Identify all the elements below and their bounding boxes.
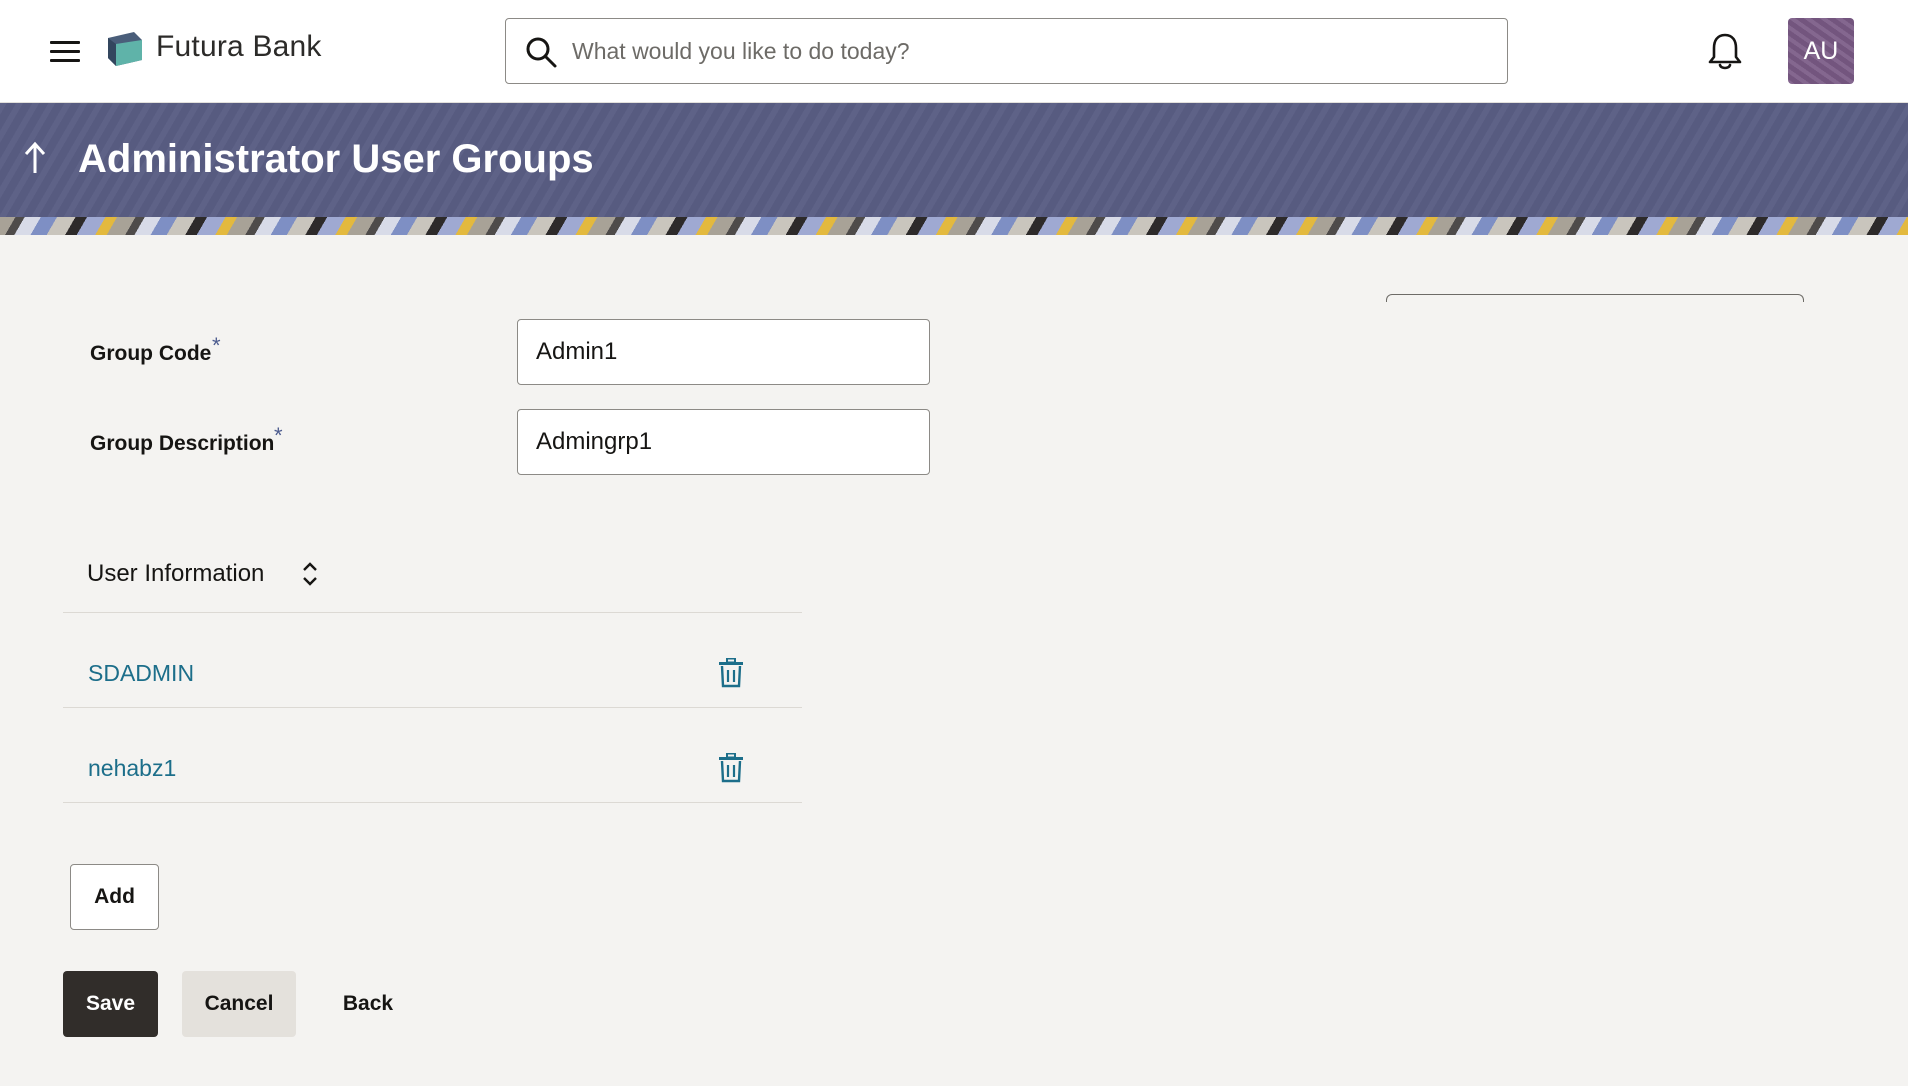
- divider: [63, 707, 802, 708]
- up-arrow-icon[interactable]: [20, 139, 50, 179]
- user-information-title: User Information: [87, 560, 265, 587]
- group-description-input[interactable]: [536, 422, 916, 462]
- page-title: Administrator User Groups: [78, 137, 594, 181]
- required-marker: *: [212, 333, 221, 358]
- add-user-button[interactable]: Add: [70, 864, 159, 930]
- top-bar: Futura Bank AU: [0, 0, 1908, 103]
- brand-name: Futura Bank: [156, 30, 322, 63]
- hamburger-menu-icon[interactable]: [46, 34, 86, 68]
- divider: [63, 802, 802, 803]
- bank-logo-icon: [108, 32, 142, 66]
- avatar-initials: AU: [1803, 36, 1839, 65]
- save-button[interactable]: Save: [63, 971, 158, 1037]
- group-code-field[interactable]: [517, 319, 930, 385]
- sort-icon[interactable]: [298, 560, 322, 588]
- panel-edge: [1386, 294, 1804, 302]
- title-banner: Administrator User Groups: [0, 103, 1908, 217]
- cancel-button[interactable]: Cancel: [182, 971, 296, 1037]
- search-input[interactable]: [572, 29, 1492, 73]
- avatar[interactable]: AU: [1788, 18, 1854, 84]
- decorative-stripe: [0, 217, 1908, 235]
- user-link[interactable]: SDADMIN: [88, 660, 194, 687]
- required-marker: *: [274, 423, 283, 448]
- search-icon: [526, 37, 557, 68]
- trash-icon[interactable]: [718, 753, 744, 783]
- divider: [63, 612, 802, 613]
- trash-icon[interactable]: [718, 658, 744, 688]
- bell-icon[interactable]: [1706, 30, 1744, 72]
- user-link[interactable]: nehabz1: [88, 755, 176, 782]
- back-button[interactable]: Back: [322, 971, 414, 1037]
- group-code-label: Group Code: [90, 342, 212, 365]
- group-code-input[interactable]: [536, 332, 916, 372]
- group-description-field[interactable]: [517, 409, 930, 475]
- search-box[interactable]: [505, 18, 1508, 84]
- group-description-label: Group Description: [90, 432, 275, 455]
